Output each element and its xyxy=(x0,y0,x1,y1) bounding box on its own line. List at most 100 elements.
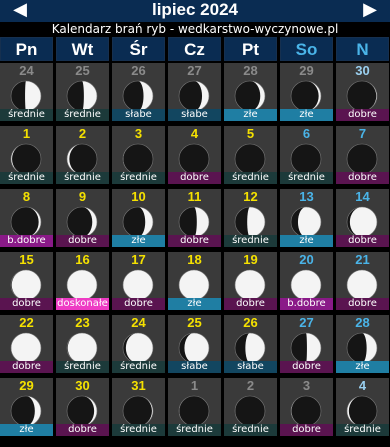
moon-phase-icon xyxy=(289,268,323,302)
calendar-day[interactable]: 18 złe xyxy=(168,252,221,310)
fishing-rating-label: średnie xyxy=(112,361,165,373)
calendar-day[interactable]: 3 średnie xyxy=(112,126,165,184)
calendar-day[interactable]: 15 dobre xyxy=(0,252,53,310)
weekday-header: So xyxy=(280,37,333,61)
next-month-button[interactable]: ▶ xyxy=(350,0,390,20)
calendar-day[interactable]: 8 b.dobre xyxy=(0,189,53,247)
calendar-day-other-month[interactable]: 4 średnie xyxy=(336,378,389,436)
moon-phase-icon xyxy=(233,331,267,365)
moon-phase-icon xyxy=(177,205,211,239)
moon-phase-icon xyxy=(177,331,211,365)
moon-phase-graphic xyxy=(66,143,98,175)
calendar-day-other-month[interactable]: 26 słabe xyxy=(112,63,165,121)
day-number: 30 xyxy=(75,378,90,393)
moon-phase-graphic xyxy=(290,269,322,301)
calendar-day[interactable]: 23 średnie xyxy=(56,315,109,373)
calendar-day[interactable]: 20 b.dobre xyxy=(280,252,333,310)
moon-phase-icon xyxy=(233,268,267,302)
calendar-day-other-month[interactable]: 2 średnie xyxy=(224,378,277,436)
calendar-day[interactable]: 25 słabe xyxy=(168,315,221,373)
fishing-rating-label: średnie xyxy=(224,172,277,184)
calendar-day[interactable]: 5 średnie xyxy=(224,126,277,184)
calendar-day[interactable]: 16 doskonałe xyxy=(56,252,109,310)
calendar-day[interactable]: 6 średnie xyxy=(280,126,333,184)
calendar-day[interactable]: 14 dobre xyxy=(336,189,389,247)
calendar-day-other-month[interactable]: 1 średnie xyxy=(168,378,221,436)
day-number: 24 xyxy=(131,315,146,330)
day-number: 6 xyxy=(302,126,311,141)
calendar-day[interactable]: 1 średnie xyxy=(0,126,53,184)
moon-phase-graphic xyxy=(178,395,210,427)
moon-phase-graphic xyxy=(10,269,42,301)
calendar-day[interactable]: 29 złe xyxy=(0,378,53,436)
calendar-subtitle: Kalendarz brań ryb - wedkarstwo-wyczynow… xyxy=(51,22,339,36)
moon-phase-icon xyxy=(345,394,379,428)
moon-phase-icon xyxy=(9,205,43,239)
moon-phase-icon xyxy=(65,79,99,113)
calendar-day-other-month[interactable]: 3 dobre xyxy=(280,378,333,436)
moon-phase-icon xyxy=(9,79,43,113)
moon-phase-graphic xyxy=(290,332,322,364)
fishing-rating-label: złe xyxy=(112,235,165,247)
moon-phase-graphic xyxy=(122,395,154,427)
day-number: 1 xyxy=(22,126,31,141)
calendar-day[interactable]: 11 dobre xyxy=(168,189,221,247)
moon-phase-icon xyxy=(121,205,155,239)
fishing-rating-label: dobre xyxy=(56,424,109,436)
fishing-rating-label: dobre xyxy=(336,109,389,121)
moon-phase-graphic xyxy=(10,395,42,427)
calendar-day[interactable]: 2 średnie xyxy=(56,126,109,184)
moon-phase-icon xyxy=(289,142,323,176)
calendar-day[interactable]: 28 złe xyxy=(336,315,389,373)
calendar-day[interactable]: 26 słabe xyxy=(224,315,277,373)
moon-phase-graphic xyxy=(66,395,98,427)
day-number: 1 xyxy=(190,378,199,393)
fishing-rating-label: dobre xyxy=(168,235,221,247)
moon-phase-graphic xyxy=(178,332,210,364)
fishing-rating-label: dobre xyxy=(280,424,333,436)
moon-phase-icon xyxy=(9,394,43,428)
calendar-day[interactable]: 27 dobre xyxy=(280,315,333,373)
fishing-rating-label: średnie xyxy=(0,109,53,121)
calendar-day[interactable]: 30 dobre xyxy=(56,378,109,436)
moon-phase-icon xyxy=(121,394,155,428)
fishing-rating-label: średnie xyxy=(224,235,277,247)
fishing-rating-label: dobre xyxy=(112,298,165,310)
moon-phase-graphic xyxy=(10,206,42,238)
calendar-day-other-month[interactable]: 24 średnie xyxy=(0,63,53,121)
moon-phase-icon xyxy=(65,142,99,176)
moon-phase-graphic xyxy=(346,395,378,427)
fishing-rating-label: doskonałe xyxy=(56,298,109,310)
calendar-day[interactable]: 21 dobre xyxy=(336,252,389,310)
moon-phase-graphic xyxy=(178,206,210,238)
calendar-day[interactable]: 13 złe xyxy=(280,189,333,247)
calendar-day[interactable]: 7 dobre xyxy=(336,126,389,184)
day-number: 12 xyxy=(243,189,258,204)
fishing-rating-label: średnie xyxy=(336,424,389,436)
calendar-day[interactable]: 10 złe xyxy=(112,189,165,247)
calendar-day[interactable]: 4 dobre xyxy=(168,126,221,184)
calendar-day[interactable]: 19 dobre xyxy=(224,252,277,310)
fishing-rating-label: słabe xyxy=(112,109,165,121)
calendar-day-other-month[interactable]: 30 dobre xyxy=(336,63,389,121)
weekday-header: Cz xyxy=(168,37,221,61)
calendar-day[interactable]: 22 dobre xyxy=(0,315,53,373)
calendar-day[interactable]: 17 dobre xyxy=(112,252,165,310)
moon-phase-icon xyxy=(289,394,323,428)
calendar-day[interactable]: 24 średnie xyxy=(112,315,165,373)
day-number: 22 xyxy=(19,315,34,330)
weekday-header: Pt xyxy=(224,37,277,61)
calendar-day-other-month[interactable]: 27 słabe xyxy=(168,63,221,121)
calendar-day[interactable]: 9 dobre xyxy=(56,189,109,247)
moon-phase-icon xyxy=(345,79,379,113)
calendar-day[interactable]: 31 średnie xyxy=(112,378,165,436)
prev-month-button[interactable]: ◀ xyxy=(0,0,40,20)
weekday-header: N xyxy=(336,37,389,61)
calendar-day-other-month[interactable]: 29 złe xyxy=(280,63,333,121)
weekday-header: Pn xyxy=(0,37,53,61)
calendar-day-other-month[interactable]: 25 średnie xyxy=(56,63,109,121)
day-number: 4 xyxy=(190,126,199,141)
calendar-day-other-month[interactable]: 28 złe xyxy=(224,63,277,121)
calendar-day[interactable]: 12 średnie xyxy=(224,189,277,247)
fishing-rating-label: złe xyxy=(280,235,333,247)
